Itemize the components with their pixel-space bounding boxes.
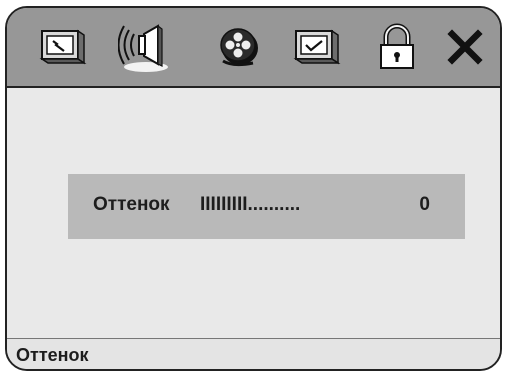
menu-item-hue[interactable]: Оттенок IIIIIIIII.......... 0: [68, 174, 465, 239]
osd-menu-window: Оттенок IIIIIIIII.......... 0 Оттенок: [5, 6, 502, 371]
hue-value: 0: [419, 194, 430, 215]
film-reel-video-icon[interactable]: [211, 20, 267, 74]
toolbar: [7, 8, 500, 88]
checkbox-preference-icon[interactable]: [289, 20, 345, 74]
menu-item-label: Оттенок: [93, 194, 170, 215]
status-bar: Оттенок: [7, 338, 500, 369]
padlock-icon[interactable]: [369, 20, 425, 74]
settings-wrench-icon[interactable]: [35, 20, 91, 74]
speaker-audio-icon[interactable]: [118, 20, 174, 74]
close-icon[interactable]: [437, 20, 493, 74]
hue-level-bar[interactable]: IIIIIIIII..........: [200, 194, 300, 216]
status-text: Оттенок: [16, 345, 89, 365]
menu-content-area: Оттенок IIIIIIIII.......... 0: [7, 88, 500, 343]
